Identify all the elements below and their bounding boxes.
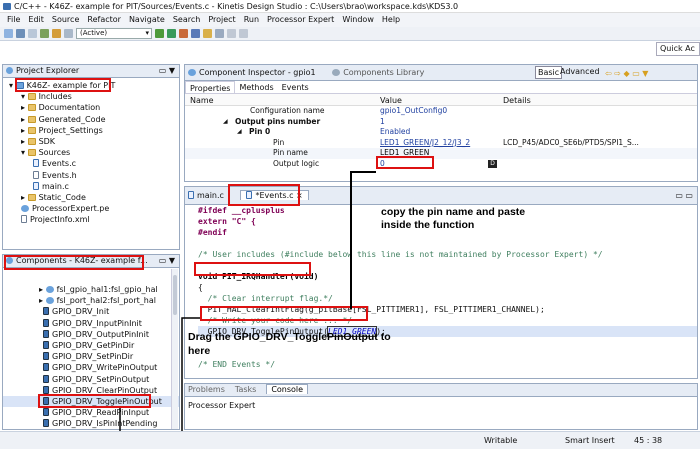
- console-tab-console[interactable]: Console: [266, 384, 309, 394]
- status-cursor-position: 45 : 38: [634, 436, 663, 445]
- console-panel: Problems Tasks Console Processor Expert: [184, 383, 698, 430]
- status-writable: Writable: [484, 436, 518, 445]
- status-insert-mode: Smart Insert: [565, 436, 615, 445]
- console-tab-tasks[interactable]: Tasks: [235, 385, 256, 394]
- console-content: Processor Expert: [188, 401, 256, 410]
- console-tab-bar: Problems Tasks Console: [185, 384, 697, 397]
- copy-arrow-line: [350, 171, 376, 309]
- console-tab-problems[interactable]: Problems: [188, 385, 225, 394]
- annotation-arrows: [119, 171, 376, 433]
- status-bar: Writable Smart Insert 45 : 38: [0, 431, 700, 449]
